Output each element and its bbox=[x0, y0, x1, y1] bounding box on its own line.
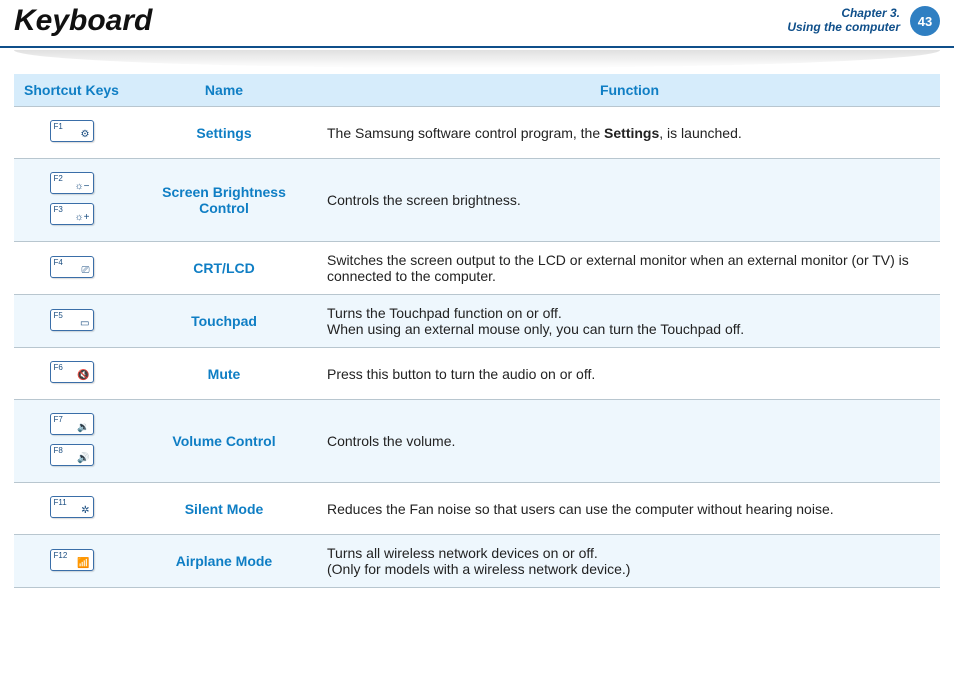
cell-shortcut-keys: F7 🔉 F8 🔊 bbox=[14, 400, 129, 483]
keycap-fn-label: F3 bbox=[54, 205, 63, 214]
keycap-fn-label: F12 bbox=[54, 551, 68, 560]
keycap-icon: F11 ✲ bbox=[50, 496, 94, 518]
content-area: Shortcut Keys Name Function F1⚙SettingsT… bbox=[0, 68, 954, 588]
cell-shortcut-keys: F12 📶 bbox=[14, 535, 129, 588]
table-row: F11 ✲ Silent ModeReduces the Fan noise so … bbox=[14, 483, 940, 535]
table-row: F2 ☼− F3 ☼+ Screen Brightness ControlControl… bbox=[14, 159, 940, 242]
keycap-glyph-icon: 🔉 bbox=[77, 423, 89, 433]
keycap-fn-label: F5 bbox=[54, 311, 63, 320]
keycap-fn-label: F1 bbox=[54, 122, 63, 131]
keycap-fn-label: F7 bbox=[54, 415, 63, 424]
th-function: Function bbox=[319, 74, 940, 107]
header-shadow bbox=[14, 50, 940, 68]
cell-shortcut-keys: F1 ⚙ bbox=[14, 107, 129, 159]
table-row: F6 🔇 MutePress this button to turn the aud… bbox=[14, 348, 940, 400]
keycap-icon: F5 ▭ bbox=[50, 309, 94, 331]
cell-function: The Samsung software control program, th… bbox=[319, 107, 940, 159]
th-shortcut: Shortcut Keys bbox=[14, 74, 129, 107]
th-name: Name bbox=[129, 74, 319, 107]
cell-function: Reduces the Fan noise so that users can … bbox=[319, 483, 940, 535]
cell-name: Touchpad bbox=[129, 295, 319, 348]
cell-name: Settings bbox=[129, 107, 319, 159]
page-title: Keyboard bbox=[14, 4, 152, 38]
keycap-icon: F8 🔊 bbox=[50, 444, 94, 466]
keycap-fn-label: F8 bbox=[54, 446, 63, 455]
cell-function: Turns the Touchpad function on or off.Wh… bbox=[319, 295, 940, 348]
keycap-fn-label: F11 bbox=[54, 498, 67, 507]
cell-name: Mute bbox=[129, 348, 319, 400]
cell-function: Switches the screen output to the LCD or… bbox=[319, 242, 940, 295]
table-row: F12 📶 Airplane ModeTurns all wireless netw… bbox=[14, 535, 940, 588]
keycap-fn-label: F2 bbox=[54, 174, 63, 183]
table-header-row: Shortcut Keys Name Function bbox=[14, 74, 940, 107]
cell-shortcut-keys: F5 ▭ bbox=[14, 295, 129, 348]
keycap-fn-label: F4 bbox=[54, 258, 63, 267]
keycap-glyph-icon: ✲ bbox=[81, 506, 89, 516]
keycap-icon: F4 ⎚ bbox=[50, 256, 94, 278]
keycap-icon: F12 📶 bbox=[50, 549, 94, 571]
keycap-glyph-icon: ⚙ bbox=[81, 130, 90, 140]
page-number-badge: 43 bbox=[910, 6, 940, 36]
cell-function: Controls the screen brightness. bbox=[319, 159, 940, 242]
table-row: F1 ⚙ SettingsThe Samsung software control … bbox=[14, 107, 940, 159]
cell-name: Airplane Mode bbox=[129, 535, 319, 588]
keycap-glyph-icon: 🔇 bbox=[77, 371, 89, 381]
keycap-icon: F1 ⚙ bbox=[50, 120, 94, 142]
cell-shortcut-keys: F2 ☼− F3 ☼+ bbox=[14, 159, 129, 242]
cell-name: CRT/LCD bbox=[129, 242, 319, 295]
keycap-icon: F3 ☼+ bbox=[50, 203, 94, 225]
keycap-glyph-icon: ☼+ bbox=[74, 213, 89, 223]
cell-name: Silent Mode bbox=[129, 483, 319, 535]
cell-shortcut-keys: F6 🔇 bbox=[14, 348, 129, 400]
chapter-label: Chapter 3. Using the computer bbox=[787, 6, 900, 34]
cell-name: Screen Brightness Control bbox=[129, 159, 319, 242]
chapter-line2: Using the computer bbox=[787, 20, 900, 34]
shortcut-table: Shortcut Keys Name Function F1⚙SettingsT… bbox=[14, 74, 940, 588]
table-row: F7 🔉 F8 🔊 Volume ControlControls the volume. bbox=[14, 400, 940, 483]
cell-shortcut-keys: F4 ⎚ bbox=[14, 242, 129, 295]
cell-shortcut-keys: F11 ✲ bbox=[14, 483, 129, 535]
keycap-icon: F6 🔇 bbox=[50, 361, 94, 383]
cell-name: Volume Control bbox=[129, 400, 319, 483]
keycap-fn-label: F6 bbox=[54, 363, 63, 372]
keycap-glyph-icon: 📶 bbox=[77, 559, 89, 569]
cell-function: Turns all wireless network devices on or… bbox=[319, 535, 940, 588]
table-row: F4 ⎚ CRT/LCDSwitches the screen output to … bbox=[14, 242, 940, 295]
keycap-glyph-icon: 🔊 bbox=[77, 454, 89, 464]
keycap-glyph-icon: ☼− bbox=[74, 182, 89, 192]
keycap-icon: F2 ☼− bbox=[50, 172, 94, 194]
table-row: F5 ▭ TouchpadTurns the Touchpad function o… bbox=[14, 295, 940, 348]
cell-function: Controls the volume. bbox=[319, 400, 940, 483]
page-header: Keyboard Chapter 3. Using the computer 4… bbox=[0, 0, 954, 48]
chapter-line1: Chapter 3. bbox=[841, 6, 900, 20]
cell-function: Press this button to turn the audio on o… bbox=[319, 348, 940, 400]
keycap-glyph-icon: ▭ bbox=[80, 319, 89, 329]
keycap-glyph-icon: ⎚ bbox=[82, 266, 90, 276]
keycap-icon: F7 🔉 bbox=[50, 413, 94, 435]
